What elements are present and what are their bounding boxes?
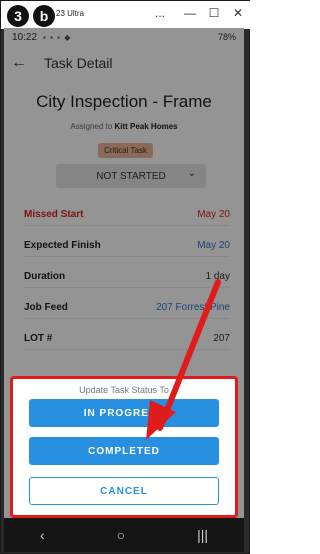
- step-letter-badge: b: [33, 5, 55, 27]
- status-bottom-sheet: Update Task Status To IN PROGRESS COMPLE…: [10, 376, 238, 518]
- window-title: 23 Ultra: [56, 9, 85, 18]
- in-progress-button[interactable]: IN PROGRESS: [29, 399, 219, 427]
- window-title-bar: 3 b 23 Ultra ... — ☐ ✕: [1, 1, 251, 29]
- nav-back-icon[interactable]: ‹: [40, 527, 45, 543]
- sheet-title: Update Task Status To: [79, 385, 169, 395]
- minimize-icon[interactable]: —: [181, 6, 199, 20]
- completed-button[interactable]: COMPLETED: [29, 437, 219, 465]
- phone-screen: 10:22 ▪ ▪ ▪ ◆ 78% ← Task Detail City Ins…: [4, 28, 244, 518]
- nav-recents-icon[interactable]: |||: [197, 527, 208, 543]
- nav-home-icon[interactable]: ○: [117, 527, 125, 543]
- more-icon[interactable]: ...: [151, 6, 169, 20]
- android-nav-bar: ‹ ○ |||: [4, 518, 244, 552]
- step-number-badge: 3: [7, 5, 29, 27]
- close-icon[interactable]: ✕: [229, 6, 247, 20]
- cancel-button[interactable]: CANCEL: [29, 477, 219, 505]
- maximize-icon[interactable]: ☐: [205, 6, 223, 20]
